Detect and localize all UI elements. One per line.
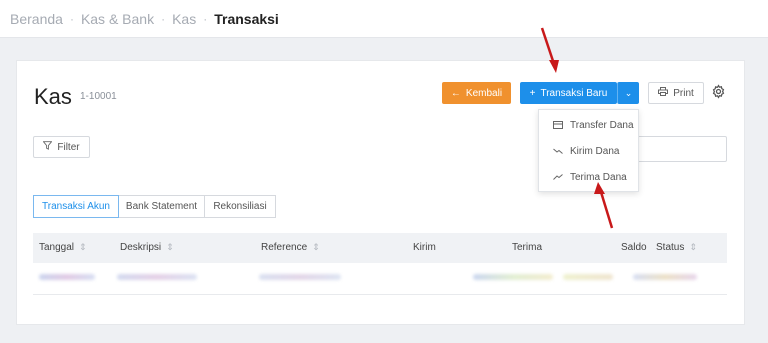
- printer-icon: [658, 87, 669, 99]
- redacted-reference: [259, 274, 341, 280]
- sort-icon: ⇕: [79, 242, 87, 252]
- trend-down-icon: [553, 147, 563, 157]
- new-transaction-dropdown-toggle[interactable]: ⌄: [617, 82, 639, 104]
- sort-icon: ⇕: [689, 242, 697, 252]
- breadcrumb-kas[interactable]: Kas: [172, 11, 196, 27]
- redacted-description: [117, 274, 197, 280]
- menu-item-transfer-dana[interactable]: Transfer Dana: [553, 120, 634, 131]
- new-transaction-label: Transaksi Baru: [540, 87, 608, 99]
- print-button[interactable]: Print: [648, 82, 704, 104]
- column-header-terima: Terima: [512, 242, 542, 253]
- menu-item-label: Transfer Dana: [570, 120, 634, 131]
- column-label: Saldo: [621, 242, 647, 253]
- column-label: Terima: [512, 242, 543, 253]
- page-title: Kas: [34, 84, 72, 109]
- filter-icon: [42, 141, 53, 153]
- arrow-left-icon: ←: [450, 87, 461, 99]
- column-header-status[interactable]: Status ⇕: [656, 242, 697, 253]
- column-label: Tanggal: [39, 242, 75, 253]
- redacted-balance: [563, 274, 613, 280]
- tab-rekonsiliasi[interactable]: Rekonsiliasi: [204, 195, 276, 218]
- column-label: Reference: [261, 242, 308, 253]
- redacted-date: [39, 274, 95, 280]
- account-code: 1-10001: [80, 91, 117, 102]
- column-header-deskripsi[interactable]: Deskripsi ⇕: [120, 242, 174, 253]
- table-header: Tanggal ⇕ Deskripsi ⇕ Reference ⇕ Kirim Ter…: [33, 233, 727, 263]
- filter-button[interactable]: Filter: [33, 136, 90, 158]
- redacted-status: [633, 274, 697, 280]
- table-row[interactable]: [33, 263, 727, 295]
- menu-item-kirim-dana[interactable]: Kirim Dana: [553, 146, 619, 157]
- column-label: Kirim: [413, 242, 436, 253]
- search-input[interactable]: [630, 136, 727, 162]
- column-header-saldo: Saldo: [621, 242, 647, 253]
- breadcrumb-separator: ·: [161, 12, 166, 26]
- new-transaction-button[interactable]: + Transaksi Baru: [520, 82, 617, 104]
- breadcrumb-kas-bank[interactable]: Kas & Bank: [81, 11, 154, 27]
- column-label: Status: [656, 242, 685, 253]
- column-header-tanggal[interactable]: Tanggal ⇕: [39, 242, 87, 253]
- print-button-label: Print: [673, 87, 694, 99]
- breadcrumb-current: Transaksi: [214, 11, 279, 27]
- gear-icon[interactable]: [711, 84, 726, 99]
- chevron-down-icon: ⌄: [624, 87, 633, 98]
- breadcrumb-beranda[interactable]: Beranda: [10, 11, 63, 27]
- column-label: Deskripsi: [120, 242, 162, 253]
- trend-up-icon: [553, 173, 563, 183]
- sort-icon: ⇕: [312, 242, 320, 252]
- plus-icon: +: [529, 87, 536, 99]
- card-icon: [553, 120, 563, 131]
- breadcrumb-separator: ·: [69, 12, 74, 26]
- column-header-kirim: Kirim: [413, 242, 436, 253]
- tab-bar: Transaksi Akun Bank Statement Rekonsilia…: [33, 195, 276, 218]
- new-transaction-menu: Transfer Dana Kirim Dana Terima Dana: [538, 109, 639, 192]
- column-header-reference[interactable]: Reference ⇕: [261, 242, 320, 253]
- tab-transaksi-akun[interactable]: Transaksi Akun: [33, 195, 119, 218]
- top-bar: Beranda · Kas & Bank · Kas · Transaksi: [0, 0, 768, 38]
- menu-item-label: Kirim Dana: [570, 146, 620, 157]
- redacted-amount: [473, 274, 553, 280]
- tab-bank-statement[interactable]: Bank Statement: [118, 195, 205, 218]
- breadcrumb: Beranda · Kas & Bank · Kas · Transaksi: [10, 11, 279, 27]
- filter-label: Filter: [57, 141, 80, 153]
- back-button-label: Kembali: [465, 87, 503, 99]
- breadcrumb-separator: ·: [203, 12, 208, 26]
- sort-icon: ⇕: [166, 242, 174, 252]
- back-button[interactable]: ← Kembali: [442, 82, 511, 104]
